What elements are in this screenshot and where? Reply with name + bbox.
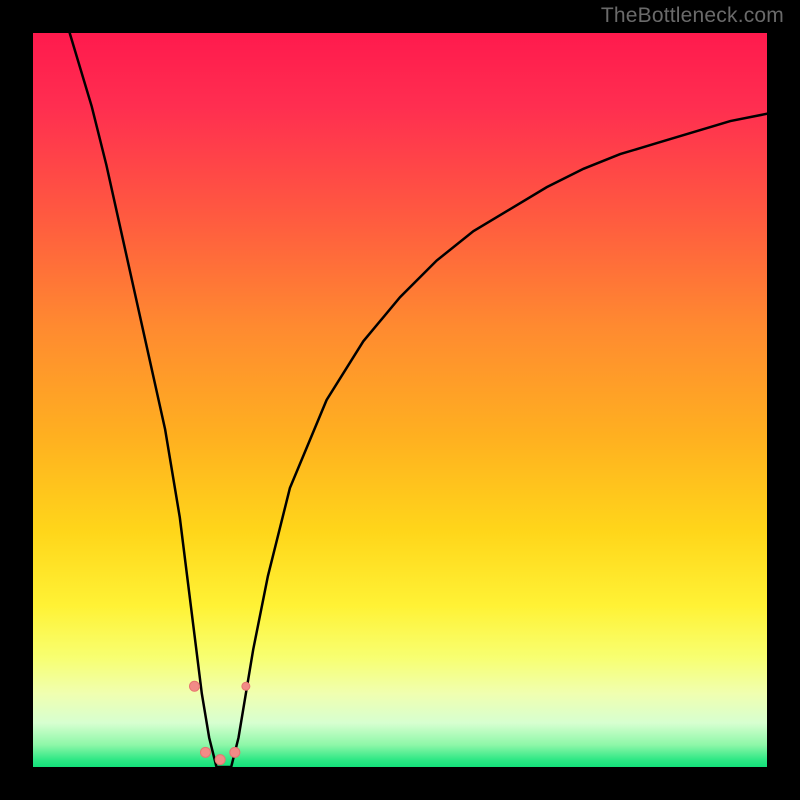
curve-marker bbox=[215, 755, 225, 765]
plot-area bbox=[33, 33, 767, 767]
chart-svg bbox=[33, 33, 767, 767]
curve-marker bbox=[200, 747, 210, 757]
watermark-text: TheBottleneck.com bbox=[601, 4, 784, 28]
bottleneck-curve bbox=[70, 33, 767, 767]
curve-marker bbox=[189, 681, 199, 691]
chart-frame: TheBottleneck.com bbox=[0, 0, 800, 800]
curve-marker bbox=[230, 747, 240, 757]
curve-marker bbox=[242, 682, 250, 690]
